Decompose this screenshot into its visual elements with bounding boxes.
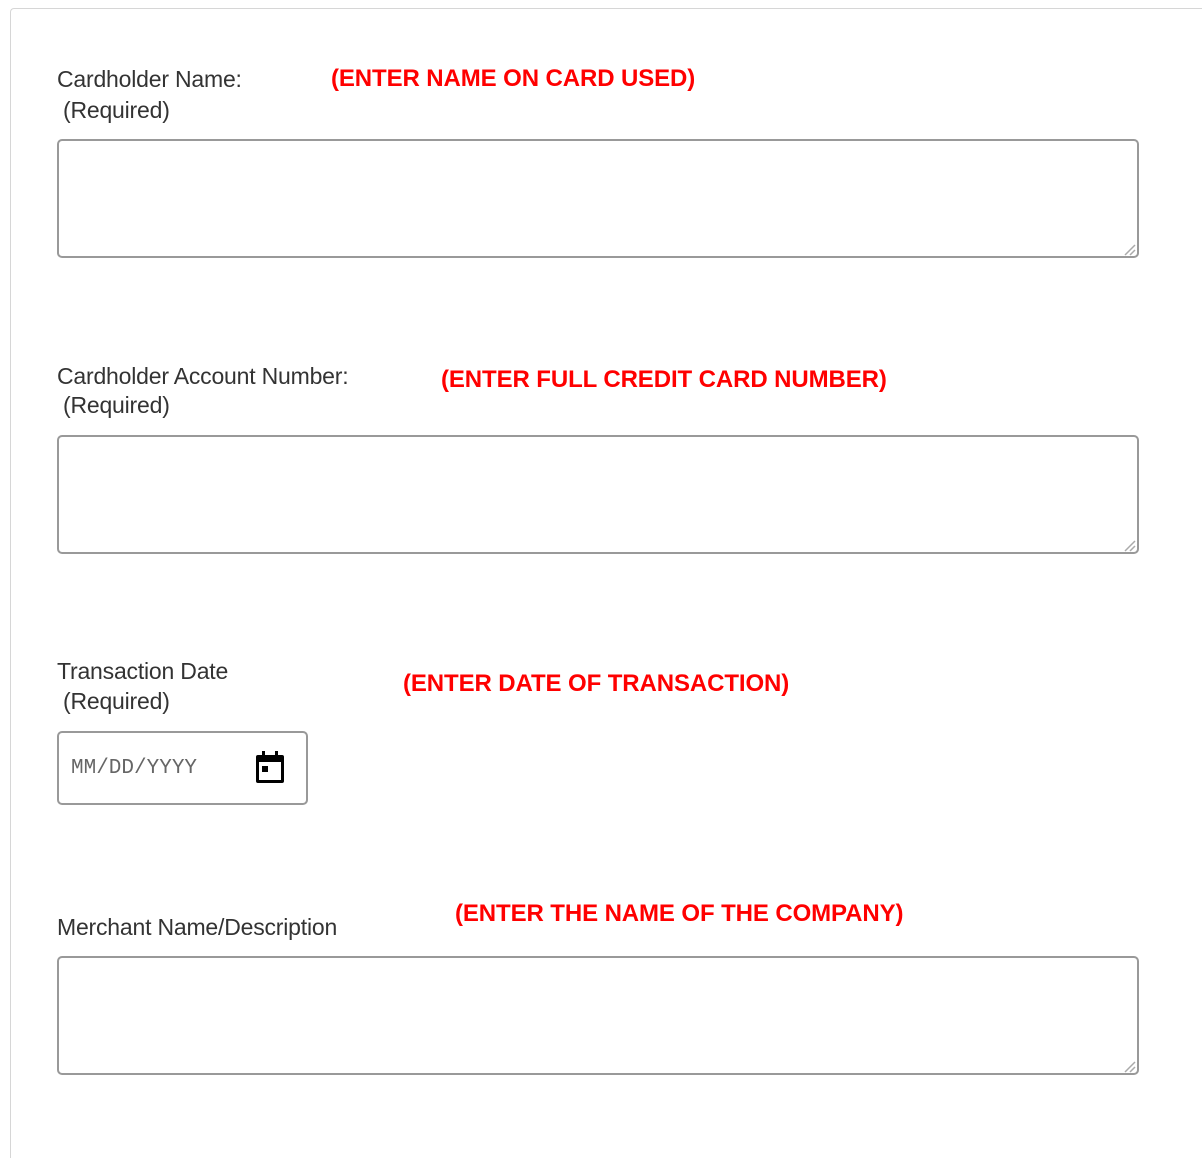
merchant-hint: (ENTER THE NAME OF THE COMPANY): [455, 900, 904, 927]
resize-grip-icon[interactable]: [1120, 536, 1136, 552]
transaction-date-required: (Required): [63, 688, 170, 714]
transaction-date-label: Transaction Date: [57, 658, 229, 684]
cardholder-name-input[interactable]: [57, 139, 1139, 258]
calendar-icon[interactable]: [254, 750, 286, 786]
transaction-date-hint: (ENTER DATE OF TRANSACTION): [403, 670, 790, 697]
account-number-hint: (ENTER FULL CREDIT CARD NUMBER): [441, 366, 887, 393]
resize-grip-icon[interactable]: [1120, 240, 1136, 256]
cardholder-name-required: (Required): [63, 97, 170, 123]
merchant-input[interactable]: [57, 956, 1139, 1075]
account-number-input[interactable]: [57, 435, 1139, 554]
resize-grip-icon[interactable]: [1120, 1057, 1136, 1073]
account-number-label: Cardholder Account Number:: [57, 363, 349, 389]
merchant-label: Merchant Name/Description: [57, 914, 338, 940]
cardholder-name-label: Cardholder Name:: [57, 66, 242, 92]
transaction-date-field[interactable]: [57, 731, 308, 805]
cardholder-name-hint: (ENTER NAME ON CARD USED): [331, 65, 696, 92]
account-number-required: (Required): [63, 392, 170, 418]
transaction-date-input[interactable]: [71, 752, 241, 784]
